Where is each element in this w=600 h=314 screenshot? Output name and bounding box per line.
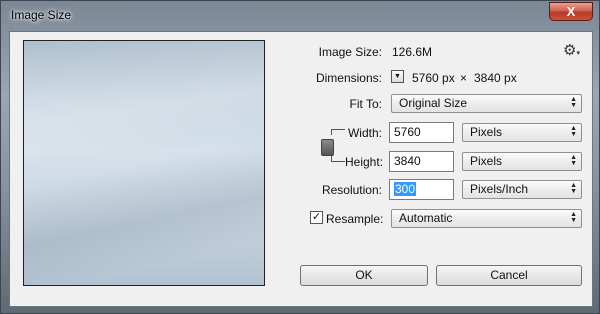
constrain-bracket-bottom	[331, 156, 345, 162]
width-label: Width:	[347, 126, 382, 140]
resample-value: Automatic	[399, 211, 453, 225]
select-arrows-icon: ▲ ▼	[570, 96, 577, 109]
title-bar[interactable]: Image Size X	[1, 1, 600, 31]
resolution-unit-select[interactable]: Pixels/Inch ▲ ▼	[462, 180, 582, 199]
fit-to-select[interactable]: Original Size ▲ ▼	[391, 94, 582, 113]
select-arrows-icon: ▲ ▼	[570, 211, 577, 224]
cancel-button[interactable]: Cancel	[436, 265, 582, 286]
image-size-label: Image Size:	[318, 45, 382, 59]
close-button[interactable]: X	[549, 2, 593, 21]
resample-select[interactable]: Automatic ▲ ▼	[391, 209, 582, 228]
constrain-bracket-top	[331, 129, 345, 135]
height-unit-value: Pixels	[470, 154, 503, 168]
width-input[interactable]: 5760	[389, 122, 454, 143]
image-size-value: 126.6M	[392, 45, 433, 59]
fit-to-value: Original Size	[399, 96, 468, 110]
select-arrows-icon: ▲ ▼	[570, 182, 577, 195]
resolution-unit-value: Pixels/Inch	[470, 182, 529, 196]
height-unit-select[interactable]: Pixels ▲ ▼	[462, 152, 582, 171]
window-title: Image Size	[11, 8, 72, 22]
resample-checkbox[interactable]: ✓	[310, 211, 323, 224]
chain-link-icon[interactable]	[321, 139, 334, 156]
dialog-body: Image Size: 126.6M ⚙▾ Dimensions: ▼ 5760…	[9, 31, 593, 307]
resolution-input[interactable]: 300	[389, 179, 454, 200]
width-unit-value: Pixels	[470, 125, 503, 139]
checkmark-icon: ✓	[311, 211, 322, 223]
dimensions-label: Dimensions:	[315, 71, 382, 85]
resolution-label: Resolution:	[321, 183, 382, 197]
dimensions-height: 3840 px	[474, 71, 517, 85]
ok-button[interactable]: OK	[300, 265, 428, 286]
triangle-down-icon[interactable]: ▼	[391, 70, 404, 83]
fit-to-label: Fit To:	[349, 97, 382, 111]
select-arrows-icon: ▲ ▼	[570, 125, 577, 138]
resample-label: Resample:	[326, 212, 384, 226]
resolution-value: 300	[394, 182, 417, 196]
dimensions-separator: ×	[460, 71, 468, 85]
height-label: Height:	[345, 155, 384, 169]
height-input[interactable]: 3840	[389, 151, 454, 172]
image-preview[interactable]	[23, 40, 265, 286]
dialog-window: Image Size X Image Size: 126.6M ⚙▾ Dimen…	[0, 0, 600, 314]
width-unit-select[interactable]: Pixels ▲ ▼	[462, 123, 582, 142]
gear-icon[interactable]: ⚙▾	[563, 43, 580, 61]
dimensions-width: 5760 px	[412, 71, 455, 85]
select-arrows-icon: ▲ ▼	[570, 154, 577, 167]
